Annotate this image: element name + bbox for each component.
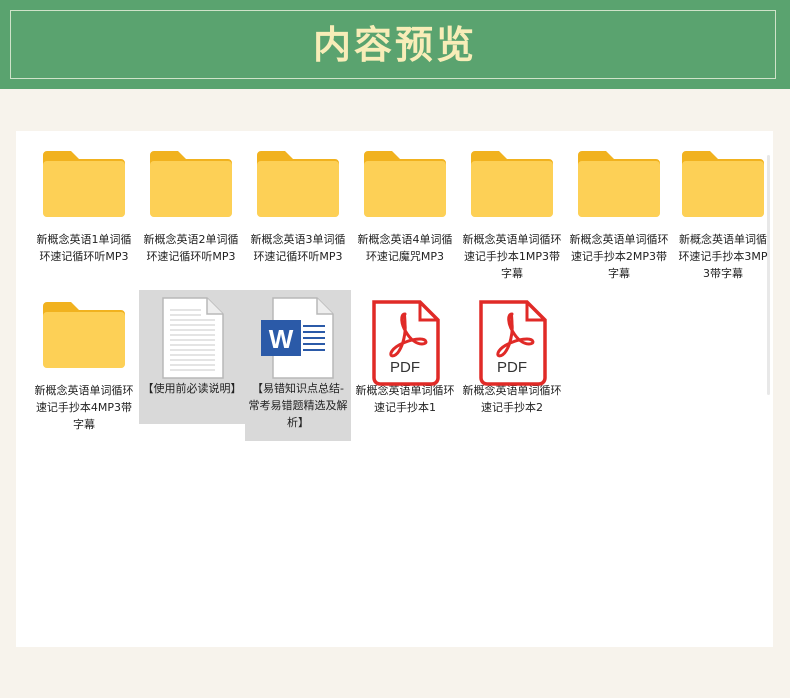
pdf-icon: PDF: [459, 298, 565, 386]
folder-icon: [31, 298, 137, 382]
folder-icon: [138, 147, 244, 231]
file-item-folder-3[interactable]: 新概念英语3单词循环速记循环听MP3: [245, 141, 351, 265]
svg-text:W: W: [269, 324, 294, 354]
file-item-label: 新概念英语4单词循环速记魔咒MP3: [357, 233, 453, 263]
page-title: 内容预览: [312, 22, 477, 67]
word-document-icon: W: [245, 296, 351, 380]
text-document-icon: [139, 296, 245, 380]
file-item-label: 【易错知识点总结-常考易错题精选及解析】: [248, 382, 348, 429]
folder-icon: [566, 147, 672, 231]
file-item-label: 新概念英语单词循环速记手抄本1MP3带字幕: [462, 233, 562, 280]
file-item-label: 新概念英语单词循环速记手抄本2MP3带字幕: [569, 233, 669, 280]
file-item-txt[interactable]: 【使用前必读说明】: [139, 290, 245, 424]
file-item-pdf-1[interactable]: PDF 新概念英语单词循环速记手抄本1: [352, 292, 458, 416]
svg-text:PDF: PDF: [390, 359, 420, 376]
file-item-label: 新概念英语3单词循环速记循环听MP3: [250, 233, 346, 263]
file-item-label: 【使用前必读说明】: [142, 382, 242, 395]
file-item-folder-8[interactable]: 新概念英语单词循环速记手抄本4MP3带字幕: [31, 292, 137, 433]
file-item-label: 新概念英语2单词循环速记循环听MP3: [143, 233, 239, 263]
folder-icon: [459, 147, 565, 231]
folder-icon: [673, 147, 773, 231]
file-item-folder-2[interactable]: 新概念英语2单词循环速记循环听MP3: [138, 141, 244, 265]
file-item-pdf-2[interactable]: PDF 新概念英语单词循环速记手抄本2: [459, 292, 565, 416]
file-item-label: 新概念英语单词循环速记手抄本3MP3带字幕: [678, 233, 768, 280]
folder-icon: [245, 147, 351, 231]
file-item-label: 新概念英语1单词循环速记循环听MP3: [36, 233, 132, 263]
file-item-folder-1[interactable]: 新概念英语1单词循环速记循环听MP3: [31, 141, 137, 265]
file-item-folder-6[interactable]: 新概念英语单词循环速记手抄本2MP3带字幕: [566, 141, 672, 282]
pdf-icon: PDF: [352, 298, 458, 386]
file-item-label: 新概念英语单词循环速记手抄本4MP3带字幕: [34, 384, 134, 431]
folder-icon: [352, 147, 458, 231]
folder-icon: [31, 147, 137, 231]
svg-text:PDF: PDF: [497, 359, 527, 376]
file-item-folder-5[interactable]: 新概念英语单词循环速记手抄本1MP3带字幕: [459, 141, 565, 282]
file-item-folder-7[interactable]: 新概念英语单词循环速记手抄本3MP3带字幕: [673, 141, 773, 282]
file-item-folder-4[interactable]: 新概念英语4单词循环速记魔咒MP3: [352, 141, 458, 265]
file-item-word[interactable]: W 【易错知识点总结-常考易错题精选及解析】: [245, 290, 351, 441]
